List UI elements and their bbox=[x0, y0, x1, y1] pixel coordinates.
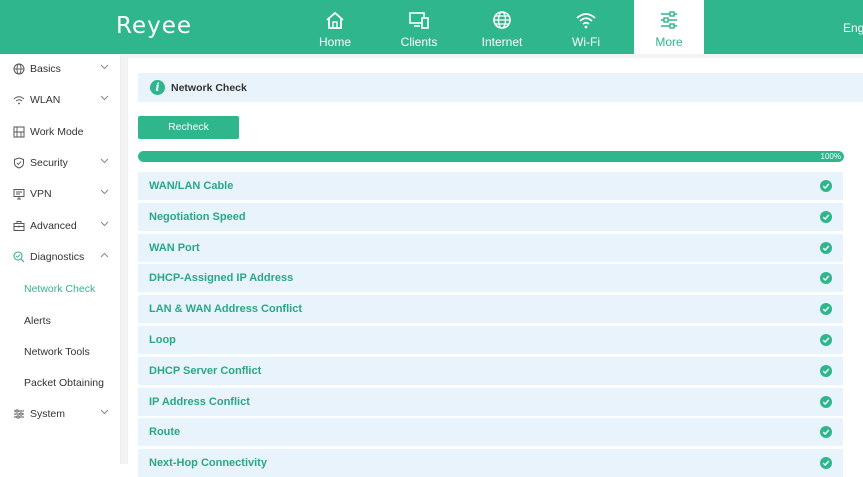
main-area: i Network Check Recheck 100% WAN/LAN Cab… bbox=[121, 54, 863, 477]
nav-internet-label: Internet bbox=[481, 35, 523, 49]
check-row: WAN Port bbox=[138, 233, 843, 262]
sidebar-item-system[interactable]: System bbox=[0, 399, 120, 430]
nav-more[interactable]: More bbox=[634, 0, 704, 54]
sidebar-item-label: Work Mode bbox=[30, 126, 84, 138]
content-panel: i Network Check Recheck 100% WAN/LAN Cab… bbox=[128, 58, 863, 477]
sidebar-item-label: Basics bbox=[30, 63, 61, 75]
progress-text: 100% bbox=[820, 152, 841, 161]
progress-fill bbox=[138, 151, 844, 162]
sidebar-item-label: VPN bbox=[30, 188, 52, 200]
chevron-down-icon bbox=[100, 409, 109, 415]
check-name: Next-Hop Connectivity bbox=[149, 457, 267, 470]
home-icon bbox=[326, 11, 344, 29]
check-name: Negotiation Speed bbox=[149, 210, 246, 223]
sidebar-item-basics[interactable]: Basics bbox=[0, 54, 120, 85]
nav-internet[interactable]: Internet bbox=[467, 0, 537, 54]
check-row: LAN & WAN Address Conflict bbox=[138, 295, 843, 324]
recheck-button[interactable]: Recheck bbox=[138, 116, 239, 139]
check-row: Route bbox=[138, 418, 843, 447]
sidebar-item-work-mode[interactable]: Work Mode bbox=[0, 117, 120, 148]
nav-clients[interactable]: Clients bbox=[384, 0, 454, 54]
chevron-down-icon bbox=[100, 158, 109, 164]
check-name: WAN/LAN Cable bbox=[149, 180, 234, 192]
nav-wifi[interactable]: Wi-Fi bbox=[551, 0, 621, 54]
globe-icon bbox=[493, 11, 511, 29]
monitor-icon bbox=[13, 189, 25, 200]
chevron-down-icon bbox=[100, 221, 109, 227]
check-row: WAN/LAN Cable bbox=[138, 172, 843, 200]
sidebar-item-diagnostics[interactable]: Diagnostics bbox=[0, 242, 120, 273]
sidebar-subitem-network-tools[interactable]: Network Tools bbox=[24, 346, 90, 358]
info-icon: i bbox=[150, 80, 165, 95]
top-bar: Reyee Home Clients Internet Wi-Fi More E… bbox=[0, 0, 863, 54]
chevron-up-icon bbox=[100, 252, 109, 258]
sidebar-item-label: WLAN bbox=[30, 94, 61, 106]
nav-clients-label: Clients bbox=[400, 35, 438, 49]
globe-icon bbox=[13, 63, 25, 75]
sidebar-item-wlan[interactable]: WLAN bbox=[0, 85, 120, 116]
check-passed-icon bbox=[820, 334, 832, 346]
sidebar-subitem-alerts[interactable]: Alerts bbox=[24, 315, 51, 327]
check-passed-icon bbox=[820, 241, 832, 254]
check-passed-icon bbox=[820, 180, 832, 192]
sidebar-item-security[interactable]: Security bbox=[0, 148, 120, 179]
check-name: WAN Port bbox=[149, 241, 200, 254]
gear-icon bbox=[14, 409, 24, 419]
toolbox-icon bbox=[13, 221, 25, 231]
grid-icon bbox=[13, 126, 25, 138]
language-selector[interactable]: Eng bbox=[843, 21, 863, 35]
devices-icon bbox=[409, 12, 429, 29]
check-row: IP Address Conflict bbox=[138, 387, 843, 416]
check-row: Next-Hop Connectivity bbox=[138, 449, 843, 477]
sidebar-item-vpn[interactable]: VPN bbox=[0, 179, 120, 210]
page-title: Network Check bbox=[171, 82, 247, 94]
chevron-down-icon bbox=[100, 95, 109, 101]
progress-bar: 100% bbox=[138, 151, 844, 162]
nav-home[interactable]: Home bbox=[300, 0, 370, 54]
page-title-bar: i Network Check bbox=[138, 73, 863, 102]
sidebar-subitem-packet-obtaining[interactable]: Packet Obtaining bbox=[24, 377, 104, 389]
diagnostics-icon bbox=[13, 251, 25, 263]
check-name: DHCP Server Conflict bbox=[149, 364, 262, 377]
check-row: DHCP Server Conflict bbox=[138, 356, 843, 385]
sidebar-item-label: Advanced bbox=[30, 220, 77, 232]
sidebar-item-label: Security bbox=[30, 157, 68, 169]
nav-home-label: Home bbox=[318, 35, 351, 49]
wifi-icon bbox=[576, 13, 596, 29]
sidebar: Basics WLAN Work Mode Security VPN Advan… bbox=[0, 54, 121, 464]
nav-wifi-label: Wi-Fi bbox=[572, 35, 600, 49]
check-name: LAN & WAN Address Conflict bbox=[149, 303, 302, 316]
brand-logo: Reyee bbox=[116, 13, 193, 39]
check-row: DHCP-Assigned IP Address bbox=[138, 264, 843, 293]
wifi-icon bbox=[13, 96, 25, 105]
chevron-down-icon bbox=[100, 64, 109, 70]
check-name: IP Address Conflict bbox=[149, 395, 250, 408]
check-name: DHCP-Assigned IP Address bbox=[149, 272, 294, 285]
sidebar-item-label: Diagnostics bbox=[30, 251, 85, 263]
check-passed-icon bbox=[820, 364, 832, 377]
check-row: Negotiation Speed bbox=[138, 202, 843, 231]
check-passed-icon bbox=[820, 272, 832, 285]
check-passed-icon bbox=[820, 426, 832, 439]
chevron-down-icon bbox=[100, 189, 109, 195]
check-row: Loop bbox=[138, 326, 843, 354]
check-passed-icon bbox=[820, 395, 832, 408]
check-passed-icon bbox=[820, 457, 832, 470]
sidebar-item-advanced[interactable]: Advanced bbox=[0, 211, 120, 242]
check-name: Route bbox=[149, 426, 181, 439]
sidebar-item-label: System bbox=[30, 408, 66, 420]
check-passed-icon bbox=[820, 210, 832, 223]
check-name: Loop bbox=[149, 334, 176, 346]
sidebar-subitem-network-check[interactable]: Network Check bbox=[24, 283, 95, 295]
shield-icon bbox=[14, 157, 24, 169]
sliders-icon bbox=[661, 11, 677, 29]
check-passed-icon bbox=[820, 303, 832, 316]
nav-more-label: More bbox=[655, 35, 683, 49]
